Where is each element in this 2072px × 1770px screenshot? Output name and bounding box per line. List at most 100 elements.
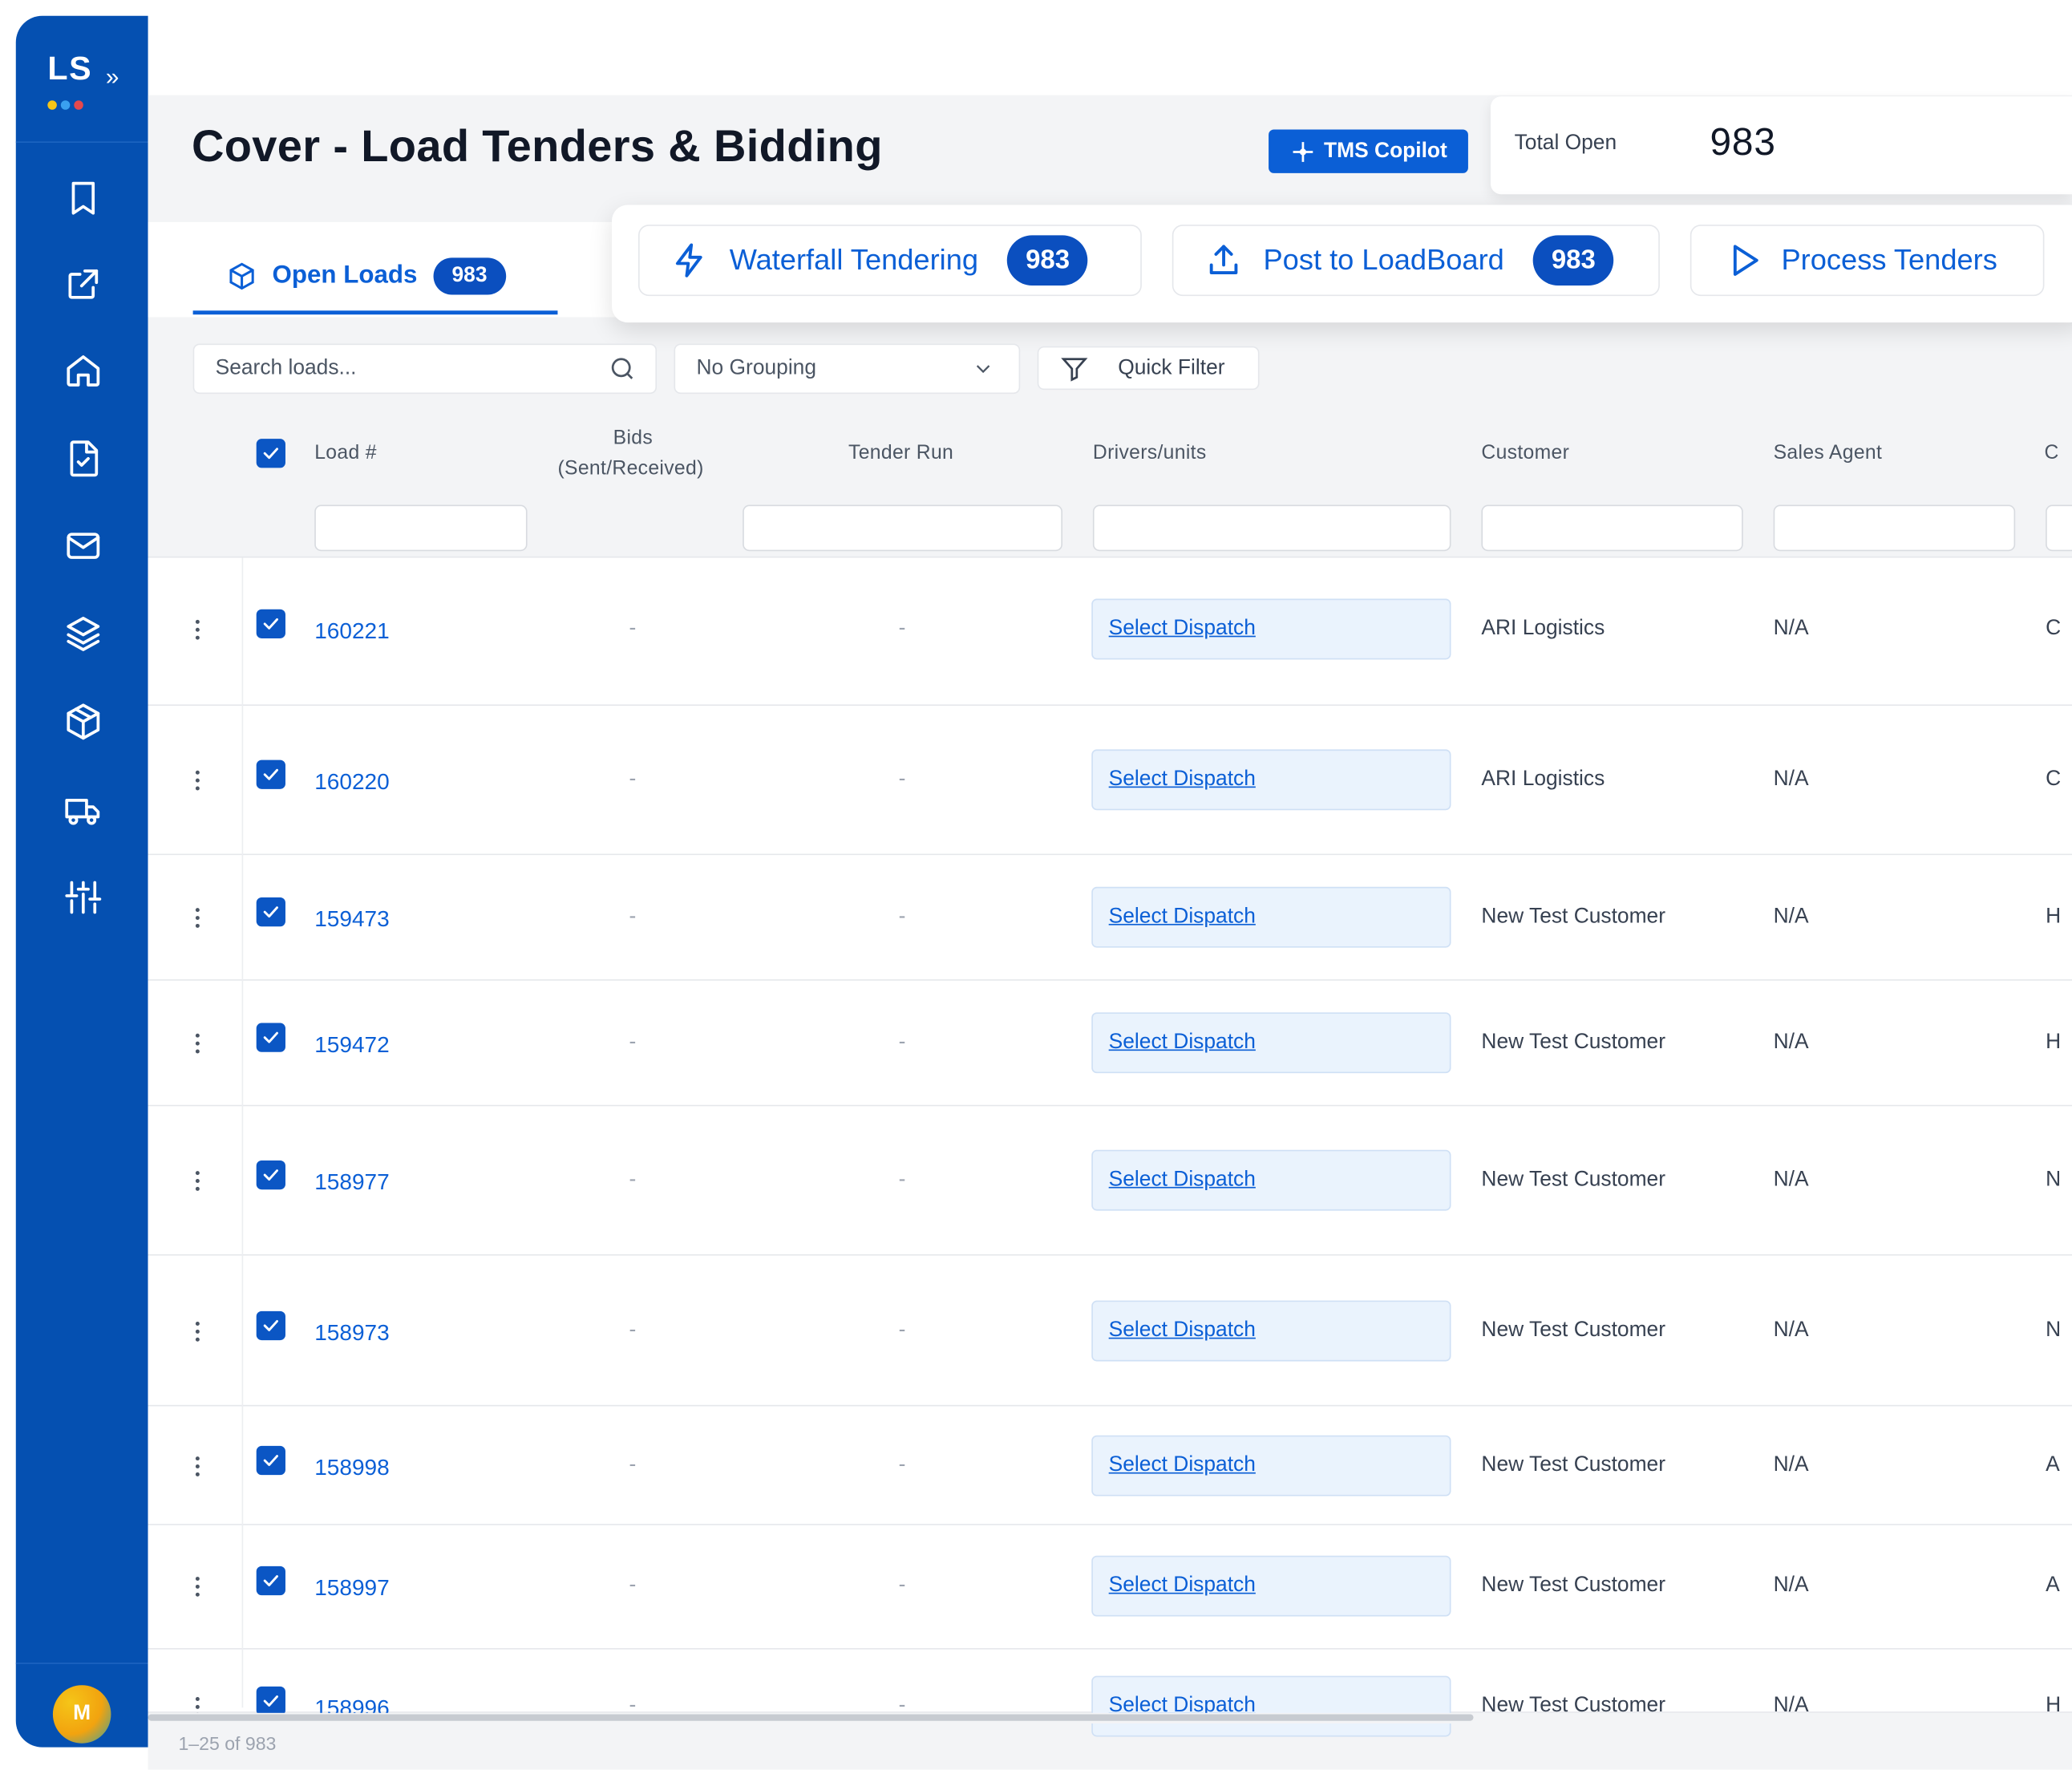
load-number-link[interactable]: 158998: [314, 1455, 389, 1481]
customer-value: New Test Customer: [1481, 905, 1665, 928]
load-number-link[interactable]: 159473: [314, 907, 389, 934]
select-dispatch-button[interactable]: Select Dispatch: [1091, 1012, 1451, 1074]
avatar[interactable]: M: [52, 1685, 111, 1744]
filter-sales-agent-input[interactable]: [1773, 504, 2016, 552]
load-number-link[interactable]: 158997: [314, 1575, 389, 1602]
sidebar-item-external[interactable]: [57, 257, 110, 310]
row-checkbox[interactable]: [256, 609, 285, 638]
sidebar-item-layers[interactable]: [57, 606, 110, 659]
bids-value: -: [629, 905, 637, 928]
row-menu-icon[interactable]: [195, 770, 201, 791]
next-column-value: C: [2046, 768, 2062, 791]
select-dispatch-button[interactable]: Select Dispatch: [1091, 1435, 1451, 1497]
row-checkbox[interactable]: [256, 1686, 285, 1716]
next-column-value: A: [2046, 1574, 2060, 1597]
filter-drivers-input[interactable]: [1092, 504, 1451, 552]
bids-value: -: [629, 768, 637, 791]
sidebar-item-bookmarks[interactable]: [57, 172, 110, 225]
package-icon: [229, 262, 254, 290]
row-menu-icon[interactable]: [195, 1171, 201, 1191]
row-menu-icon[interactable]: [195, 1456, 201, 1476]
horizontal-scrollbar[interactable]: [148, 1714, 1474, 1721]
column-header-drivers-units[interactable]: Drivers/units: [1093, 441, 1207, 464]
load-number-link[interactable]: 158973: [314, 1320, 389, 1347]
bids-value: -: [629, 617, 637, 640]
row-menu-icon[interactable]: [195, 908, 201, 928]
row-checkbox[interactable]: [256, 1310, 285, 1341]
search-placeholder: Search loads...: [215, 356, 357, 379]
search-icon: [611, 358, 633, 379]
sales-agent-value: N/A: [1773, 905, 1809, 928]
row-menu-icon[interactable]: [195, 619, 201, 640]
quick-filter-button[interactable]: Quick Filter: [1037, 346, 1260, 391]
waterfall-tendering-button[interactable]: Waterfall Tendering 983: [637, 225, 1142, 297]
row-checkbox[interactable]: [256, 897, 285, 927]
select-dispatch-button[interactable]: Select Dispatch: [1091, 749, 1451, 811]
column-header-load[interactable]: Load #: [314, 441, 377, 464]
row-checkbox[interactable]: [256, 1160, 285, 1190]
row-checkbox[interactable]: [256, 1565, 285, 1596]
open-loads-count-badge: 983: [433, 257, 506, 295]
tms-copilot-button[interactable]: TMS Copilot: [1269, 129, 1468, 173]
expand-sidebar-icon[interactable]: »: [106, 63, 119, 91]
process-tenders-label: Process Tenders: [1781, 243, 1997, 277]
tender-run-value: -: [898, 1453, 906, 1476]
column-header-next[interactable]: C: [2044, 441, 2058, 464]
tender-run-value: -: [898, 1574, 906, 1597]
check-icon: [263, 1455, 278, 1466]
sidebar-item-home[interactable]: [57, 343, 110, 396]
sidebar-item-mail[interactable]: [57, 520, 110, 573]
select-dispatch-button[interactable]: Select Dispatch: [1091, 1555, 1451, 1617]
package-icon: [67, 703, 100, 740]
filter-customer-input[interactable]: [1481, 504, 1743, 552]
search-input[interactable]: Search loads...: [192, 343, 658, 395]
post-to-loadboard-label: Post to LoadBoard: [1263, 243, 1504, 277]
customer-value: New Test Customer: [1481, 1031, 1665, 1054]
sales-agent-value: N/A: [1773, 1031, 1809, 1054]
column-header-sales-agent[interactable]: Sales Agent: [1774, 441, 1883, 464]
row-checkbox[interactable]: [256, 1023, 285, 1052]
row-menu-icon[interactable]: [195, 1577, 201, 1597]
sidebar-item-settings[interactable]: [57, 871, 110, 924]
filter-next-input[interactable]: [2046, 504, 2072, 552]
sidebar-item-packages[interactable]: [57, 695, 110, 748]
row-checkbox[interactable]: [256, 1445, 285, 1476]
filter-tender-run-input[interactable]: [743, 504, 1062, 552]
sliders-icon: [65, 881, 102, 914]
select-dispatch-button[interactable]: Select Dispatch: [1091, 886, 1451, 948]
sidebar-item-documents[interactable]: [57, 432, 110, 485]
tab-open-loads[interactable]: Open Loads 983: [193, 238, 558, 315]
select-all-checkbox[interactable]: [256, 439, 285, 468]
row-menu-icon[interactable]: [195, 1322, 201, 1342]
filter-icon: [1061, 357, 1088, 381]
bids-value: -: [629, 1318, 637, 1342]
next-column-value: C: [2046, 617, 2062, 640]
upload-icon: [1209, 245, 1238, 274]
grouping-select[interactable]: No Grouping: [674, 343, 1021, 395]
bookmark-icon: [71, 181, 95, 215]
sidebar-item-trucks[interactable]: [57, 784, 110, 836]
select-dispatch-button[interactable]: Select Dispatch: [1091, 1675, 1451, 1737]
filter-load-input[interactable]: [314, 504, 528, 552]
copilot-label: TMS Copilot: [1324, 139, 1447, 162]
loadboard-count-badge: 983: [1533, 235, 1614, 286]
column-header-customer[interactable]: Customer: [1481, 441, 1569, 464]
column-header-tender-run[interactable]: Tender Run: [848, 441, 953, 464]
check-icon: [263, 906, 278, 918]
load-number-link[interactable]: 159472: [314, 1032, 389, 1059]
column-header-bids[interactable]: Bids: [613, 427, 653, 449]
load-number-link[interactable]: 160220: [314, 769, 389, 796]
select-dispatch-button[interactable]: Select Dispatch: [1091, 1149, 1451, 1211]
check-icon: [263, 1320, 278, 1331]
load-number-link[interactable]: 158977: [314, 1169, 389, 1196]
process-tenders-button[interactable]: Process Tenders: [1690, 225, 2045, 297]
select-dispatch-button[interactable]: Select Dispatch: [1091, 1300, 1451, 1362]
load-number-link[interactable]: 160221: [314, 618, 389, 645]
row-menu-icon[interactable]: [195, 1033, 201, 1054]
post-to-loadboard-button[interactable]: Post to LoadBoard 983: [1172, 225, 1660, 297]
check-icon: [263, 1695, 278, 1707]
app-logo[interactable]: LS: [47, 51, 92, 89]
row-checkbox[interactable]: [256, 759, 285, 789]
select-dispatch-button[interactable]: Select Dispatch: [1091, 598, 1451, 660]
customer-value: ARI Logistics: [1481, 617, 1605, 640]
